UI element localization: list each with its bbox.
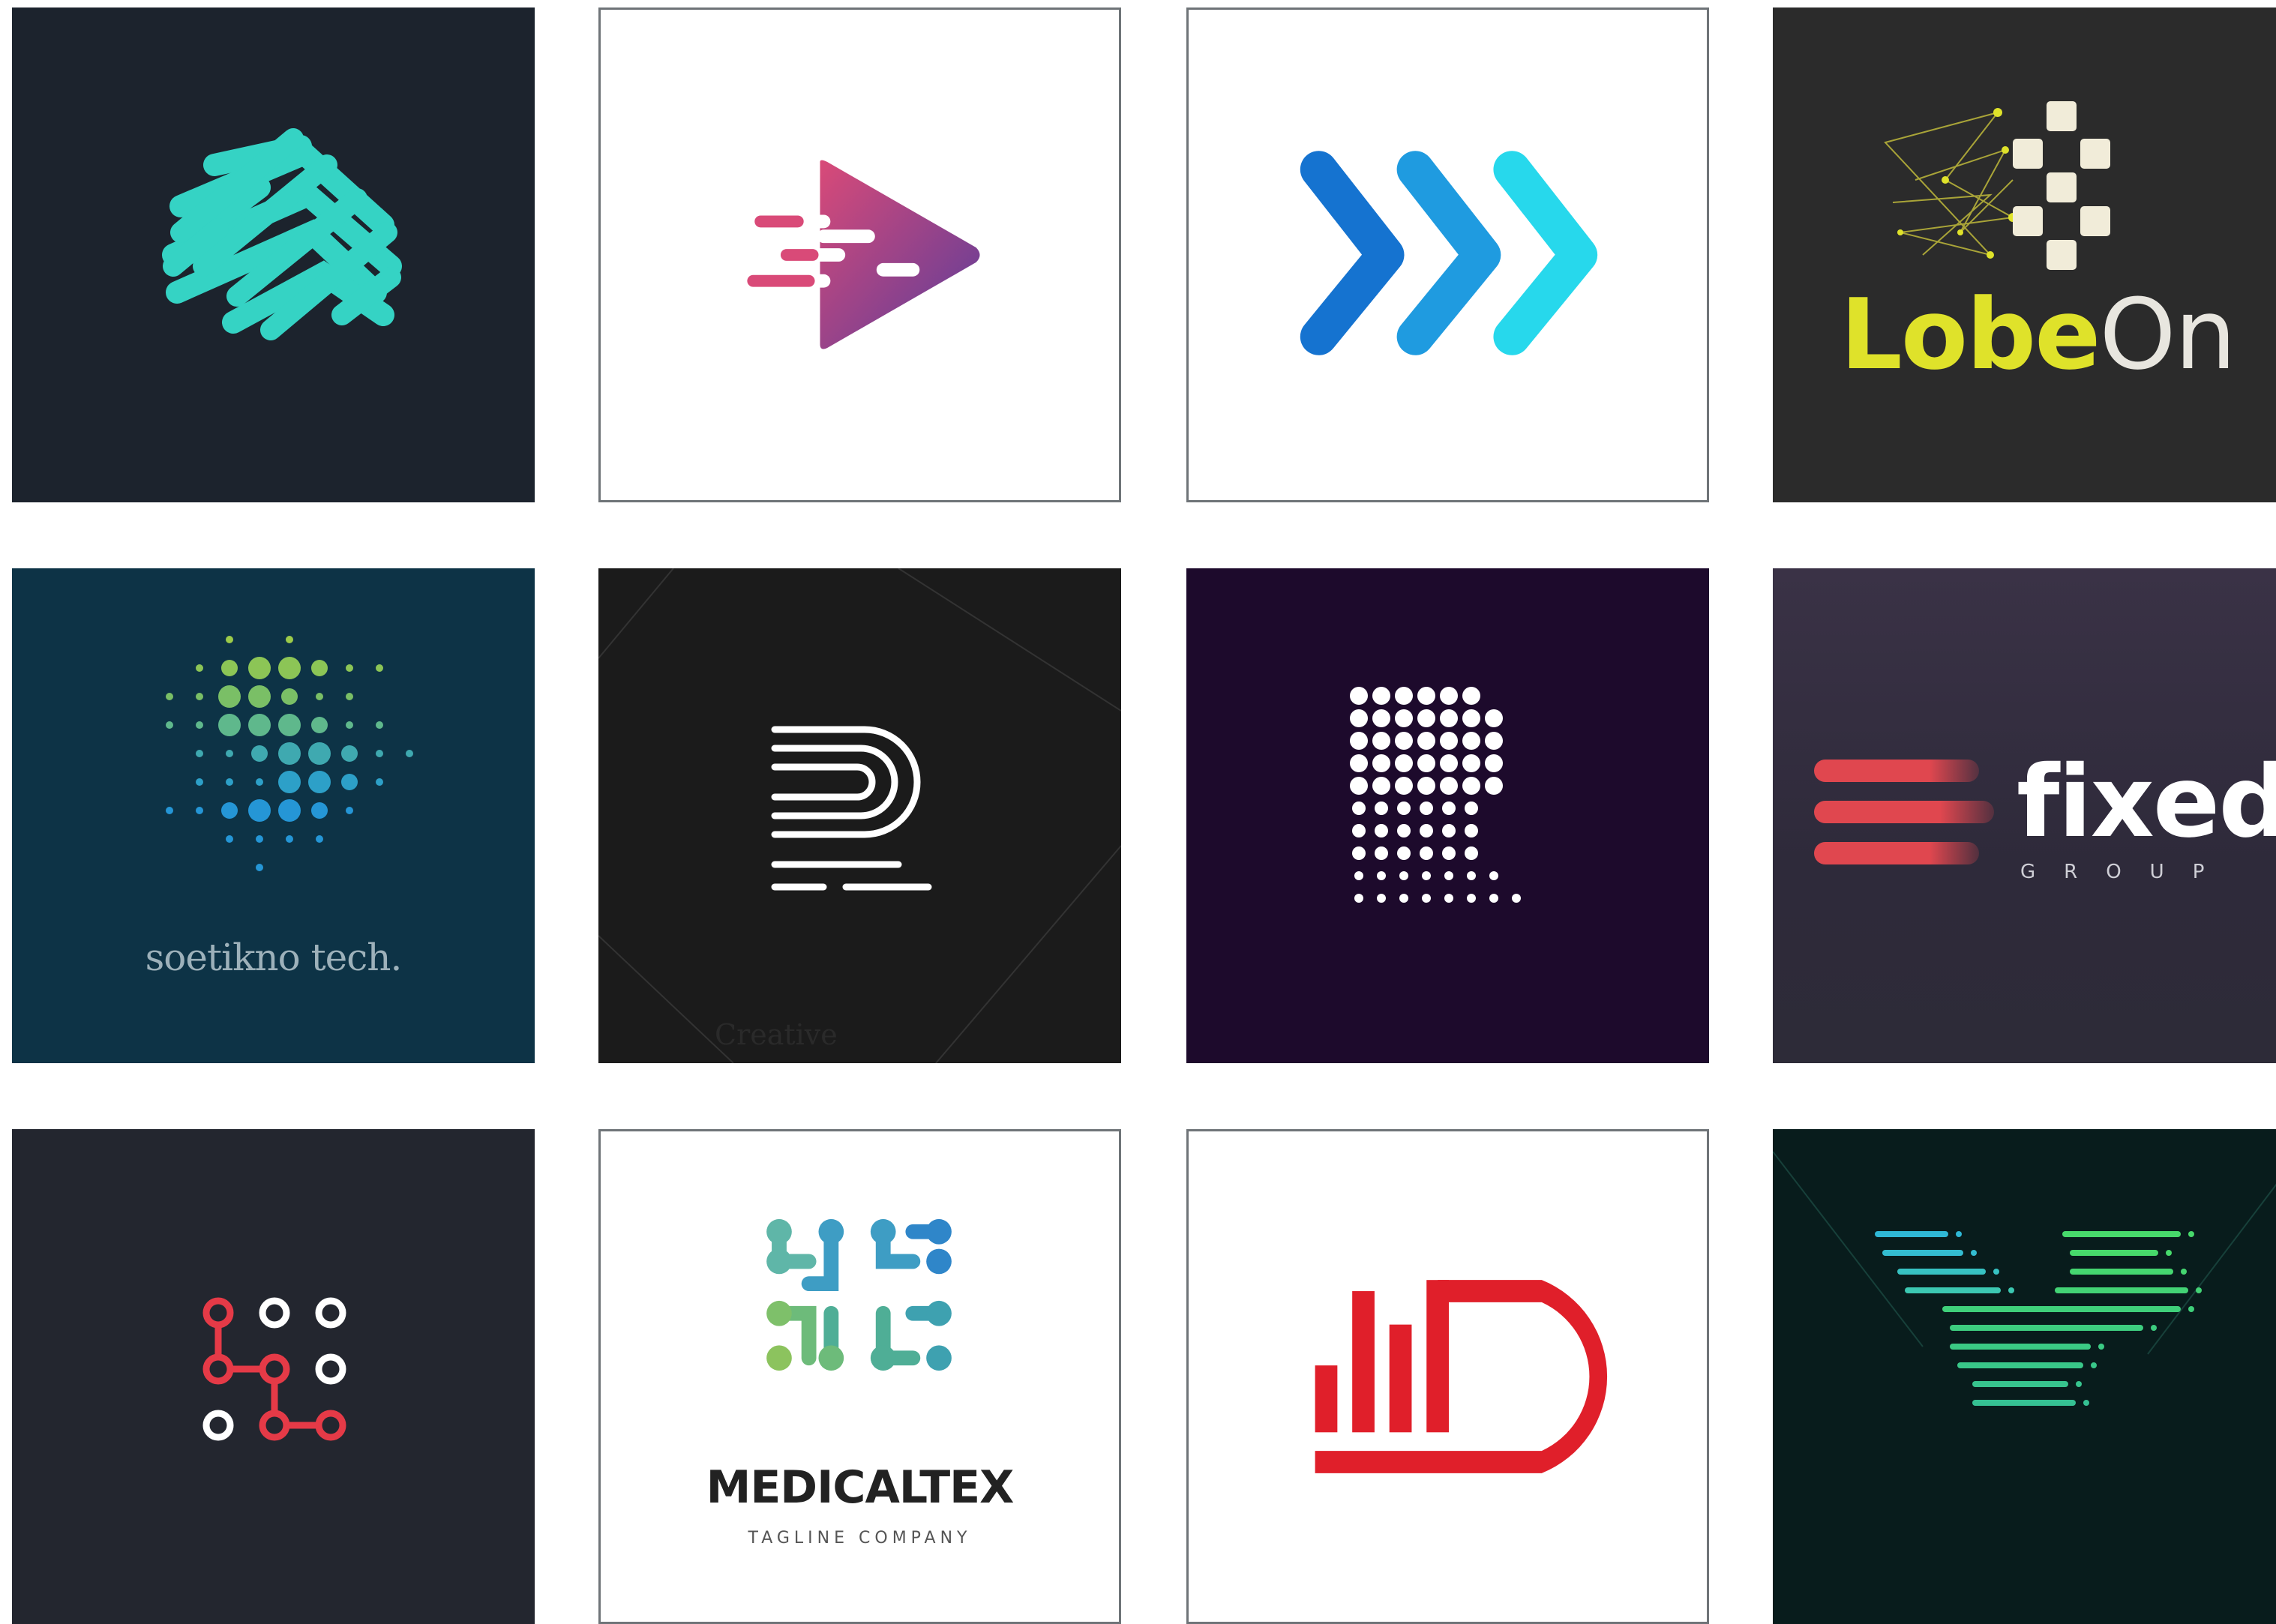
logo-tile-speed-v[interactable]: [1773, 1129, 2276, 1624]
logo-tile-chevrons[interactable]: [1186, 7, 1709, 502]
line-letter-r-icon: [598, 568, 1121, 1063]
play-arrow-speed-icon: [739, 160, 980, 349]
circuit-circles-icon: [202, 1297, 346, 1441]
bar-chart-d-icon: [1315, 1280, 1608, 1473]
fixed-wordmark: fixed: [2017, 745, 2276, 860]
logo-tile-medicaltex[interactable]: MEDICALTEX TAGLINE COMPANY: [598, 1129, 1121, 1624]
logo-tile-line-r[interactable]: Creative: [598, 568, 1121, 1063]
logo-tile-dotted-r[interactable]: [1186, 568, 1709, 1063]
soetikno-wordmark: soetikno tech.: [145, 936, 403, 979]
logo-tile-play[interactable]: [598, 7, 1121, 502]
group-subtitle: GROUP: [2020, 861, 2233, 883]
watermark-text: Creative: [715, 1018, 838, 1051]
speed-lines-v-icon: [1773, 1151, 2276, 1406]
molecule-grid-icon: [766, 1218, 952, 1371]
logo-tile-bar-d[interactable]: [1186, 1129, 1709, 1624]
dot-matrix-s-icon: [166, 636, 413, 871]
tagline-text: TAGLINE COMPANY: [748, 1529, 972, 1548]
logo-tile-stripes[interactable]: [12, 7, 535, 502]
diagonal-stripes-icon: [162, 128, 402, 340]
logo-tile-fixed[interactable]: fixed GROUP: [1773, 568, 2276, 1063]
lobeon-wordmark: LobeOn: [1840, 277, 2236, 391]
medicaltex-wordmark: MEDICALTEX: [706, 1461, 1015, 1514]
logo-tile-circuit[interactable]: [12, 1129, 535, 1624]
network-nodes-icon: [1884, 101, 2110, 270]
triple-chevron-icon: [1300, 151, 1598, 355]
dotted-letter-r-icon: [1350, 687, 1521, 903]
logo-tile-soetikno[interactable]: soetikno tech.: [12, 568, 535, 1063]
logo-tile-lobeon[interactable]: LobeOn: [1773, 7, 2276, 502]
